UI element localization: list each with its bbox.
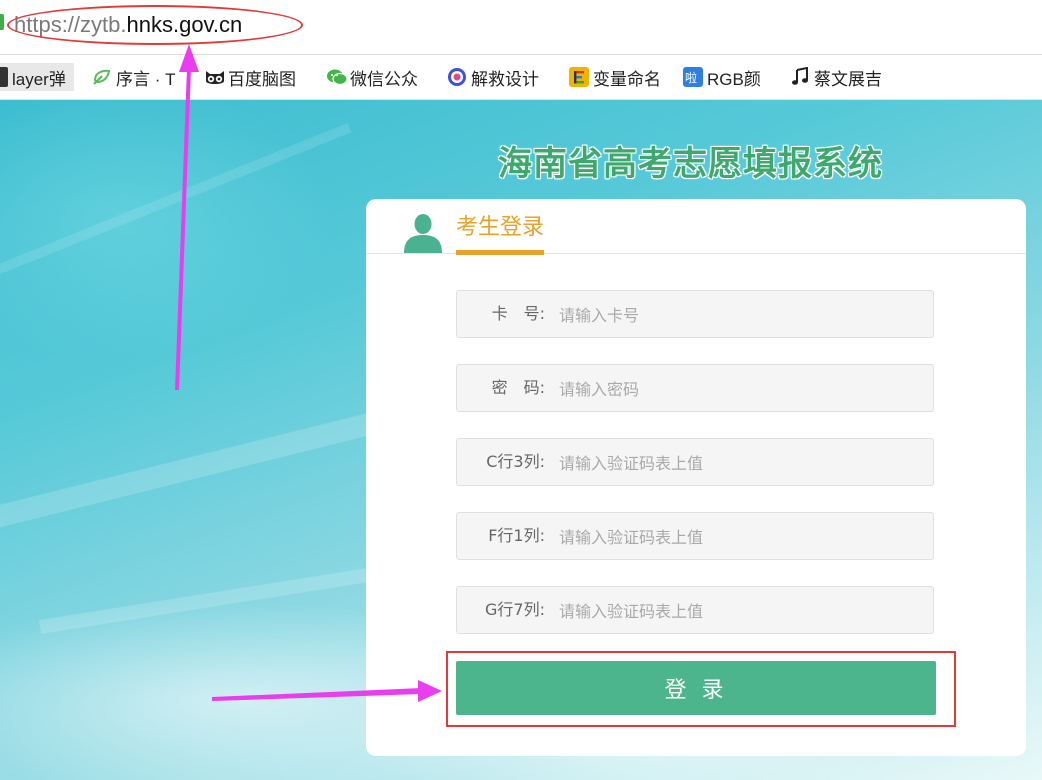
bookmark-baidu-naotu[interactable]: 百度脑图 [204,63,296,91]
e-logo-icon [569,67,589,87]
bookmark-cai-wen[interactable]: 蔡文展吉 [790,63,882,91]
music-note-icon [790,66,810,87]
leaf-icon [92,67,112,87]
bookmark-rgb-color[interactable]: 啦 RGB颜 [683,63,761,91]
url-highlight-ellipse [7,5,303,45]
captcha-c3-input[interactable] [557,447,921,479]
bookmark-preface[interactable]: 序言 · T [92,63,176,91]
password-field: 密 码: [456,364,934,412]
bookmark-layer[interactable]: layer弹 [0,63,74,91]
address-bar[interactable]: https://zytb.hnks.gov.cn [0,0,1042,55]
card-number-field: 卡 号: [456,290,934,338]
bookmark-jiejiu-design[interactable]: 解救设计 [447,63,539,91]
page-title: 海南省高考志愿填报系统 [498,144,883,184]
user-avatar-icon [402,213,444,253]
captcha-g7-input[interactable] [557,595,921,627]
bookmark-label: RGB颜 [707,69,761,89]
password-label: 密 码: [491,378,545,397]
card-number-label: 卡 号: [491,304,545,323]
captcha-f1-label: F行1列: [488,526,545,545]
password-input[interactable] [557,373,921,405]
login-heading: 考生登录 [456,209,545,255]
bookmark-label: layer弹 [12,69,66,89]
captcha-f1-field: F行1列: [456,512,934,560]
color-logo-icon: 啦 [683,67,703,87]
bookmark-label: 蔡文展吉 [814,69,882,89]
captcha-c3-field: C行3列: [456,438,934,486]
bookmark-label: 解救设计 [471,69,539,89]
bookmark-label: 变量命名 [593,69,661,89]
login-card-header: 考生登录 [366,199,1026,255]
captcha-c3-label: C行3列: [486,452,545,471]
card-number-input[interactable] [557,299,921,331]
secure-lock-icon [0,14,4,30]
bookmark-label: 序言 · T [116,69,176,89]
bookmark-variable-naming[interactable]: 变量命名 [569,63,661,91]
layer-icon [0,67,8,87]
wechat-icon [326,67,348,87]
owl-icon [204,67,224,87]
bookmark-label: 百度脑图 [228,69,296,89]
bookmark-wechat[interactable]: 微信公众 [326,63,418,91]
captcha-f1-input[interactable] [557,521,921,553]
bookmarks-bar: layer弹 序言 · T 百度脑图 微信公众 解救设计 变量命名 啦 RGB颜… [0,55,1042,100]
bookmark-label: 微信公众 [350,69,418,89]
circle-logo-icon [447,67,467,87]
captcha-g7-field: G行7列: [456,586,934,634]
login-button-highlight-box [446,651,956,727]
svg-text:啦: 啦 [685,70,697,85]
captcha-g7-label: G行7列: [485,600,545,619]
background-streak [0,123,352,290]
